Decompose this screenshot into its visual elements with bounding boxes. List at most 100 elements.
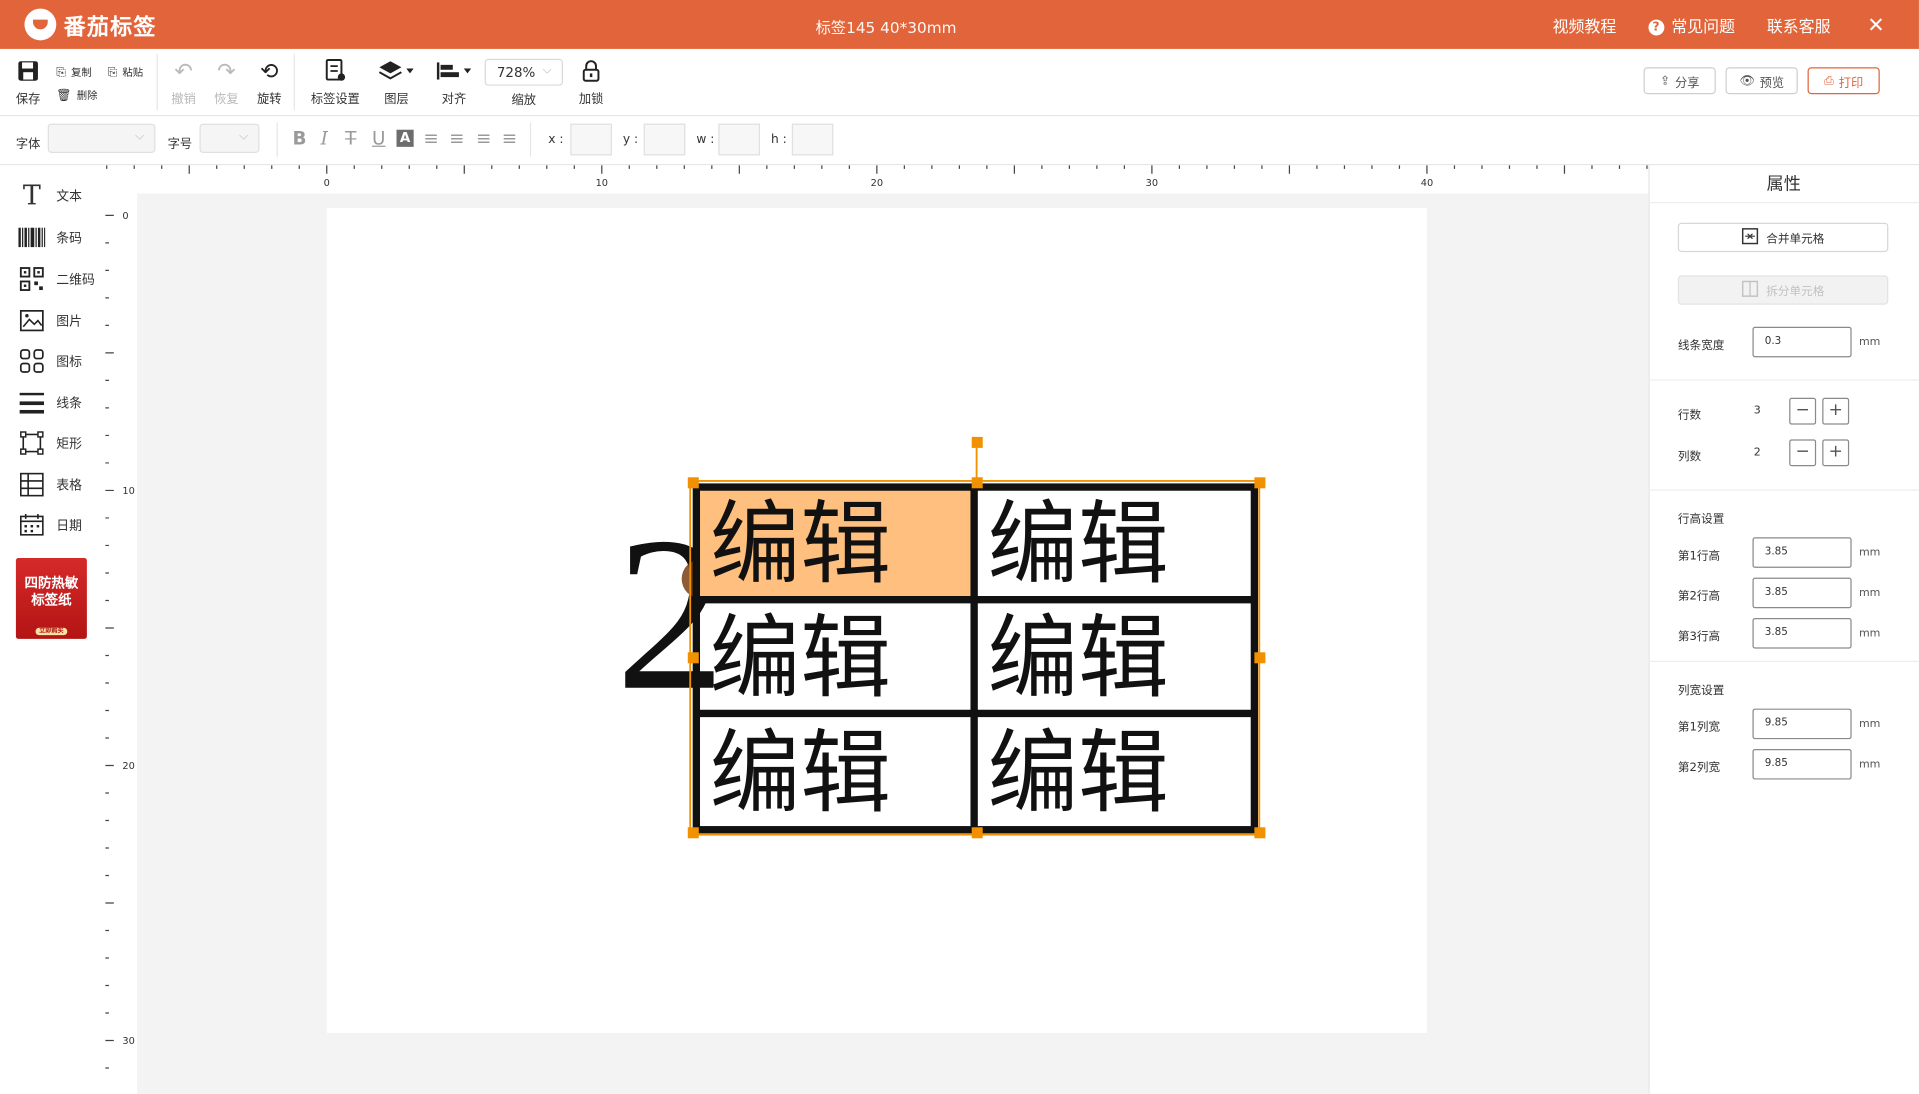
contact-support-link[interactable]: 联系客服 [1767,13,1831,36]
vertical-ruler: 0 10 20 30 [105,193,138,1094]
resize-handle[interactable] [687,477,699,489]
text-background-icon[interactable]: A [396,129,414,147]
row-height-input[interactable]: 3.85 [1752,618,1852,649]
undo-button[interactable]: ↶ 撤销 [171,59,195,107]
copy-button[interactable]: ⎘ 复制 [56,65,92,79]
layers-label: 图层 [384,93,409,107]
tool-lines[interactable]: 线条 [17,388,82,417]
bold-icon[interactable]: B [292,127,306,149]
font-size-select[interactable]: ⌵ [199,123,260,153]
rows-decrement-button[interactable]: − [1789,397,1817,425]
resize-handle[interactable] [687,652,699,664]
w-input[interactable] [718,123,760,156]
tool-table[interactable]: 表格 [17,470,82,499]
row-height-input[interactable]: 3.85 [1752,577,1852,609]
redo-button[interactable]: ↷ 恢复 [214,59,238,107]
w-label: w : [696,133,715,147]
line-width-input[interactable]: 0.3 [1752,326,1852,358]
tool-qrcode[interactable]: 二维码 [17,264,95,293]
promo-line-1: 四防热敏 [24,575,79,592]
font-select[interactable]: ⌵ [47,123,156,153]
label-settings-button[interactable]: 标签设置 [311,58,360,106]
divider [1648,379,1919,381]
top-links: 视频教程 ? 常见问题 联系客服 ✕ [1553,13,1885,37]
resize-handle[interactable] [1254,827,1266,839]
tool-image[interactable]: 图片 [17,306,82,335]
row-height-input[interactable]: 3.85 [1752,537,1852,568]
merge-cells-button[interactable]: 合并单元格 [1677,222,1889,253]
chevron-down-icon: ⌵ [239,129,249,144]
tool-barcode[interactable]: 条码 [17,223,82,252]
tool-rectangle[interactable]: 矩形 [17,428,82,457]
copy-icon: ⎘ [56,65,67,79]
resize-handle[interactable] [687,827,699,839]
zoom-value: 728% [496,64,536,81]
column-width-label: 第2列宽 [1677,761,1721,775]
align-left-icon[interactable]: ≡ [423,127,438,149]
underline-icon[interactable]: U [372,127,385,149]
x-label: x : [548,133,564,147]
strikethrough-icon[interactable]: T [345,127,356,149]
ruler-label: 20 [871,178,883,189]
tool-date-label: 日期 [56,518,82,533]
rotate-handle[interactable] [971,436,983,448]
zoom-select[interactable]: 728% ⌵ [484,58,563,86]
align-center-icon[interactable]: ≡ [449,127,464,149]
font-size-label: 字号 [167,138,193,152]
x-input[interactable] [570,123,612,156]
ruler-label: 0 [122,211,128,222]
align-justify-icon[interactable]: ≡ [502,127,517,149]
tool-icons[interactable]: 图标 [17,346,82,375]
table-cell[interactable]: 编辑 [988,606,1169,711]
save-button[interactable]: 保存 [15,59,41,107]
layers-icon [377,59,416,86]
tool-text[interactable]: T 文本 [17,180,82,212]
split-cells-icon [1742,280,1759,301]
paste-button[interactable]: ⎘ 粘贴 [108,65,144,79]
unit-label: mm [1858,718,1881,731]
unit-label: mm [1858,758,1881,771]
table-cell[interactable]: 编辑 [710,492,891,597]
column-width-label: 第1列宽 [1677,720,1721,735]
close-icon[interactable]: ✕ [1867,15,1884,36]
column-width-input[interactable]: 9.85 [1752,748,1852,780]
split-cells-button[interactable]: 拆分单元格 [1677,275,1889,305]
table-cell[interactable]: 编辑 [710,721,891,826]
y-input[interactable] [643,123,686,156]
table-cell[interactable]: 编辑 [988,492,1169,597]
resize-handle[interactable] [1254,477,1266,489]
resize-handle[interactable] [971,827,983,839]
rotate-button[interactable]: ⟲ 旋转 [257,59,281,107]
column-width-input[interactable]: 9.85 [1752,708,1852,740]
preview-button[interactable]: 👁 预览 [1725,67,1798,95]
layers-button[interactable]: 图层 [377,59,416,107]
faq-link[interactable]: ? 常见问题 [1648,13,1735,37]
tool-date[interactable]: 日期 [17,510,82,539]
table-cell[interactable]: 编辑 [988,721,1169,826]
delete-button[interactable]: 🗑 删除 [56,88,97,103]
promo-banner[interactable]: 四防热敏 标签纸 立即购买 [15,558,87,639]
divider [1648,660,1919,663]
h-input[interactable] [791,123,834,156]
tool-qrcode-label: 二维码 [56,272,95,287]
italic-icon[interactable]: I [321,127,328,149]
date-icon [17,510,46,539]
image-icon [17,306,46,335]
table-cell[interactable]: 编辑 [710,606,891,711]
columns-decrement-button[interactable]: − [1789,439,1817,467]
resize-handle[interactable] [1254,652,1266,664]
columns-increment-button[interactable]: + [1822,439,1850,467]
lock-button[interactable]: 加锁 [579,59,603,106]
text-icon: T [22,180,41,212]
resize-handle[interactable] [971,477,983,489]
share-button[interactable]: ⇪ 分享 [1643,67,1716,95]
save-label: 保存 [15,93,41,107]
align-right-icon[interactable]: ≡ [476,127,491,149]
print-button[interactable]: ⎙ 打印 [1807,67,1880,95]
properties-title: 属性 [1766,175,1801,195]
align-button[interactable]: 对齐 [434,59,473,106]
video-tutorial-link[interactable]: 视频教程 [1553,13,1617,36]
promo-buy-button[interactable]: 立即购买 [35,627,68,636]
rows-increment-button[interactable]: + [1822,397,1850,425]
ruler-label: 40 [1421,178,1433,189]
